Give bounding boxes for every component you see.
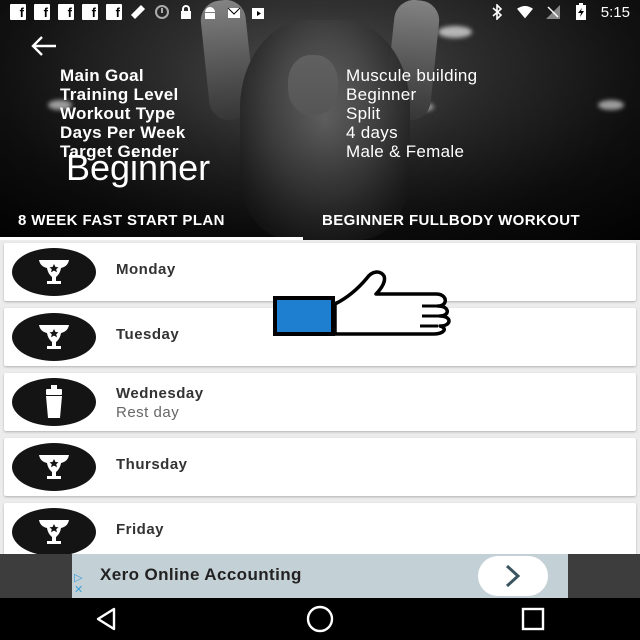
trophy-icon [12,248,96,296]
facebook-icon: f [106,4,122,20]
info-row-type: Workout Type Split [60,104,620,123]
info-value: Split [346,103,381,123]
recents-square-icon [522,607,545,631]
info-row-goal: Main Goal Muscule building [60,66,620,85]
facebook-icon: f [34,4,50,20]
back-triangle-icon [96,607,115,631]
info-value: 4 days [346,122,398,142]
thumbs-up-icon[interactable] [272,268,462,336]
back-arrow-icon[interactable] [30,34,58,58]
sync-icon [154,4,170,20]
list-item-thursday[interactable]: Thursday [4,438,636,496]
play-store-icon [250,4,266,20]
tab-beginner-fullbody-workout[interactable]: BEGINNER FULLBODY WORKOUT [322,200,580,240]
status-bar: f f f f f 5:15 [0,0,640,24]
fitness-icon [130,4,146,20]
facebook-icon: f [10,4,26,20]
info-label: Workout Type [60,103,176,123]
ad-banner[interactable]: ▷ ✕ Xero Online Accounting [0,554,640,598]
tab-8-week-fast-start-plan[interactable]: 8 WEEK FAST START PLAN [18,200,225,240]
day-label: Monday [116,261,176,278]
rest-day-label: Rest day [116,404,180,421]
battery-charging-icon [573,3,589,20]
android-icon [202,4,218,20]
trophy-icon [12,443,96,491]
day-label: Friday [116,521,165,538]
trophy-icon [12,508,96,554]
chevron-right-icon [505,564,521,588]
shaker-bottle-icon [12,378,96,426]
day-label: Thursday [116,456,188,473]
ad-content[interactable]: ▷ ✕ Xero Online Accounting [72,554,568,598]
info-label: Days Per Week [60,122,186,142]
facebook-icon: f [58,4,74,20]
day-label: Tuesday [116,326,180,343]
wifi-icon [516,4,533,20]
navigation-bar [0,598,640,640]
list-item-friday[interactable]: Friday [4,503,636,554]
ad-title[interactable]: Xero Online Accounting [100,565,302,585]
mail-icon [226,4,242,20]
ad-open-button[interactable] [478,556,548,596]
day-label: Wednesday [116,385,204,402]
recents-nav-button[interactable] [513,599,553,639]
level-title: Beginner [66,147,211,188]
plan-tabs: 8 WEEK FAST START PLAN BEGINNER FULLBODY… [0,200,640,240]
info-value: Male & Female [346,141,465,161]
no-signal-icon [545,4,561,20]
clock: 5:15 [600,3,630,21]
lock-icon [178,4,194,20]
home-nav-button[interactable] [300,599,340,639]
home-circle-icon [306,605,334,633]
info-row-level: Training Level Beginner [60,85,620,104]
info-label: Main Goal [60,65,144,85]
ad-choices-icon[interactable]: ▷ ✕ [74,572,83,596]
back-nav-button[interactable] [87,599,127,639]
bluetooth-icon [489,4,505,20]
info-row-days: Days Per Week 4 days [60,123,620,142]
list-item-wednesday[interactable]: Wednesday Rest day [4,373,636,431]
info-value: Muscule building [346,65,478,85]
trophy-icon [12,313,96,361]
facebook-icon: f [82,4,98,20]
info-value: Beginner [346,84,417,104]
info-label: Training Level [60,84,179,104]
